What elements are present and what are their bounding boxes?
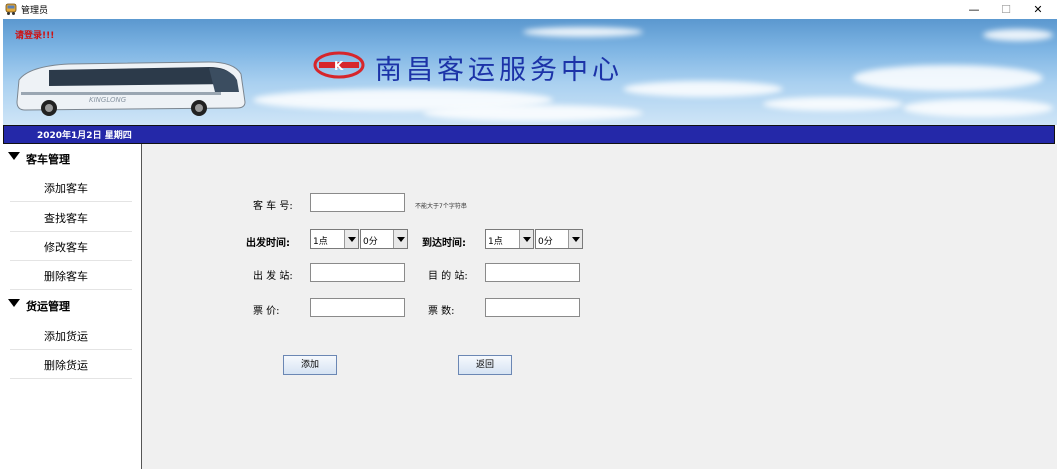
sidebar-item-label: 删除客车 [44,270,88,283]
sidebar-item-label: 添加货运 [44,330,88,343]
arrive-hour-select[interactable]: 1点 [485,229,534,249]
start-station-label: 出 发 站: [253,271,293,282]
sidebar-item-label: 添加客车 [44,182,88,195]
dest-station-label: 目 的 站: [428,271,468,282]
arrive-time-label: 到达时间: [422,238,466,249]
header-banner: 请登录!!! KINGLONG K 南昌客运服务中心 [3,19,1057,125]
arrive-minute-value: 0分 [538,237,553,247]
chevron-down-icon [572,237,580,242]
sidebar-menu: 客车管理 添加客车 查找客车 修改客车 删除客车 货运管理 添加货运 删除货运 [2,144,142,469]
back-button[interactable]: 返回 [458,355,512,375]
maximize-button[interactable]: ☐ [990,0,1022,19]
price-label: 票 价: [253,306,280,317]
arrive-hour-value: 1点 [488,237,503,247]
depart-minute-select[interactable]: 0分 [360,229,408,249]
sidebar-group-freight[interactable]: 货运管理 [2,291,141,319]
sidebar-group-label: 客车管理 [26,153,70,166]
ticket-count-label: 票 数: [428,306,455,317]
depart-time-label: 出发时间: [246,238,290,249]
depart-minute-value: 0分 [363,237,378,247]
start-station-input[interactable] [310,263,405,282]
banner-title: 南昌客运服务中心 [375,55,623,86]
bus-no-input[interactable] [310,193,405,212]
sidebar-item-delete-freight[interactable]: 删除货运 [10,349,132,379]
sidebar-group-bus[interactable]: 客车管理 [2,144,141,172]
window-titlebar: 管理员 — ☐ ✕ [0,0,1057,19]
window-title: 管理员 [21,6,49,16]
current-date: 2020年1月2日 星期四 [37,131,132,141]
sidebar-item-find-bus[interactable]: 查找客车 [10,202,132,232]
depart-hour-value: 1点 [313,237,328,247]
bus-no-hint: 不能大于7个字符串 [415,203,467,210]
sidebar-item-edit-bus[interactable]: 修改客车 [10,231,132,261]
dropdown-button[interactable] [344,230,358,248]
chevron-down-icon [397,237,405,242]
app-icon [5,3,17,15]
dropdown-button[interactable] [519,230,533,248]
sidebar-item-add-bus[interactable]: 添加客车 [10,172,132,202]
dropdown-button[interactable] [393,230,407,248]
sidebar-item-label: 修改客车 [44,241,88,254]
depart-hour-select[interactable]: 1点 [310,229,359,249]
add-bus-form: 客 车 号: 不能大于7个字符串 出发时间: 1点 0分 到达时间: 1点 0分… [142,144,1057,469]
sidebar-group-label: 货运管理 [26,300,70,313]
add-button[interactable]: 添加 [283,355,337,375]
dest-station-input[interactable] [485,263,580,282]
svg-text:KINGLONG: KINGLONG [89,96,127,104]
sidebar-item-label: 删除货运 [44,359,88,372]
logo-letter: K [334,59,344,73]
bus-no-label: 客 车 号: [253,201,293,212]
sidebar-item-label: 查找客车 [44,212,88,225]
login-warning: 请登录!!! [15,31,55,41]
ticket-count-input[interactable] [485,298,580,317]
bus-image: KINGLONG [16,61,246,116]
sidebar-item-delete-bus[interactable]: 删除客车 [10,260,132,290]
close-button[interactable]: ✕ [1022,0,1054,19]
arrive-minute-select[interactable]: 0分 [535,229,583,249]
company-logo-icon: K [313,51,365,79]
price-input[interactable] [310,298,405,317]
sidebar-item-add-freight[interactable]: 添加货运 [10,320,132,350]
date-bar: 2020年1月2日 星期四 [3,125,1055,144]
chevron-down-icon [348,237,356,242]
dropdown-button[interactable] [568,230,582,248]
expand-arrow-icon [8,299,20,307]
chevron-down-icon [523,237,531,242]
expand-arrow-icon [8,152,20,160]
minimize-button[interactable]: — [958,0,990,19]
